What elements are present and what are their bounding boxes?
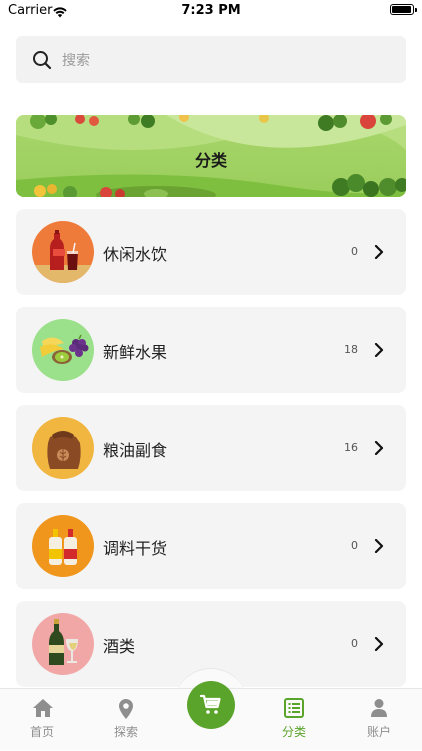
search-icon — [33, 51, 52, 70]
clock: 7:23 PM — [181, 3, 241, 18]
user-icon — [371, 699, 387, 717]
tab-account[interactable]: 账户 — [337, 689, 421, 751]
location-pin-icon — [119, 699, 133, 719]
category-count: 0 — [351, 539, 358, 552]
category-label: 粮油副食 — [103, 441, 168, 460]
category-count: 0 — [351, 637, 358, 650]
chevron-right-icon — [374, 245, 384, 259]
chevron-right-icon — [374, 441, 384, 455]
banner-title: 分类 — [194, 151, 227, 170]
status-bar: Carrier 7:23 PM — [0, 0, 422, 22]
category-label: 酒类 — [103, 637, 136, 656]
tab-category[interactable]: 分类 — [252, 689, 336, 751]
tab-label: 分类 — [281, 725, 306, 739]
fruit-icon — [32, 319, 94, 381]
grain-sack-icon — [32, 417, 94, 479]
category-item-drinks[interactable]: 休闲水饮 0 — [16, 209, 406, 295]
category-banner: 分类 — [16, 115, 406, 197]
category-label: 休闲水饮 — [103, 245, 168, 264]
category-item-fruit[interactable]: 新鲜水果 18 — [16, 307, 406, 393]
category-item-grain-oil[interactable]: 粮油副食 16 — [16, 405, 406, 491]
tab-label: 探索 — [113, 725, 138, 739]
home-icon — [33, 699, 53, 717]
category-label: 新鲜水果 — [103, 343, 168, 362]
search-placeholder: 搜索 — [62, 53, 90, 69]
chevron-right-icon — [374, 343, 384, 357]
category-item-condiments[interactable]: 调料干货 0 — [16, 503, 406, 589]
battery-icon — [390, 4, 417, 15]
condiment-bottles-icon — [32, 515, 94, 577]
tab-label: 账户 — [366, 725, 391, 739]
cart-icon — [199, 694, 221, 714]
search-bar[interactable]: 搜索 — [16, 36, 406, 83]
tab-home[interactable]: 首页 — [0, 689, 84, 751]
category-count: 18 — [344, 343, 358, 356]
cart-button[interactable] — [187, 681, 235, 729]
list-icon — [284, 698, 304, 718]
battery-fill — [392, 6, 411, 13]
tab-explore[interactable]: 探索 — [84, 689, 168, 751]
category-count: 16 — [344, 441, 358, 454]
category-label: 调料干货 — [103, 539, 168, 558]
chevron-right-icon — [374, 637, 384, 651]
tab-label: 首页 — [29, 725, 54, 739]
drinks-icon — [32, 221, 94, 283]
category-count: 0 — [351, 245, 358, 258]
wine-icon — [32, 613, 94, 675]
chevron-right-icon — [374, 539, 384, 553]
